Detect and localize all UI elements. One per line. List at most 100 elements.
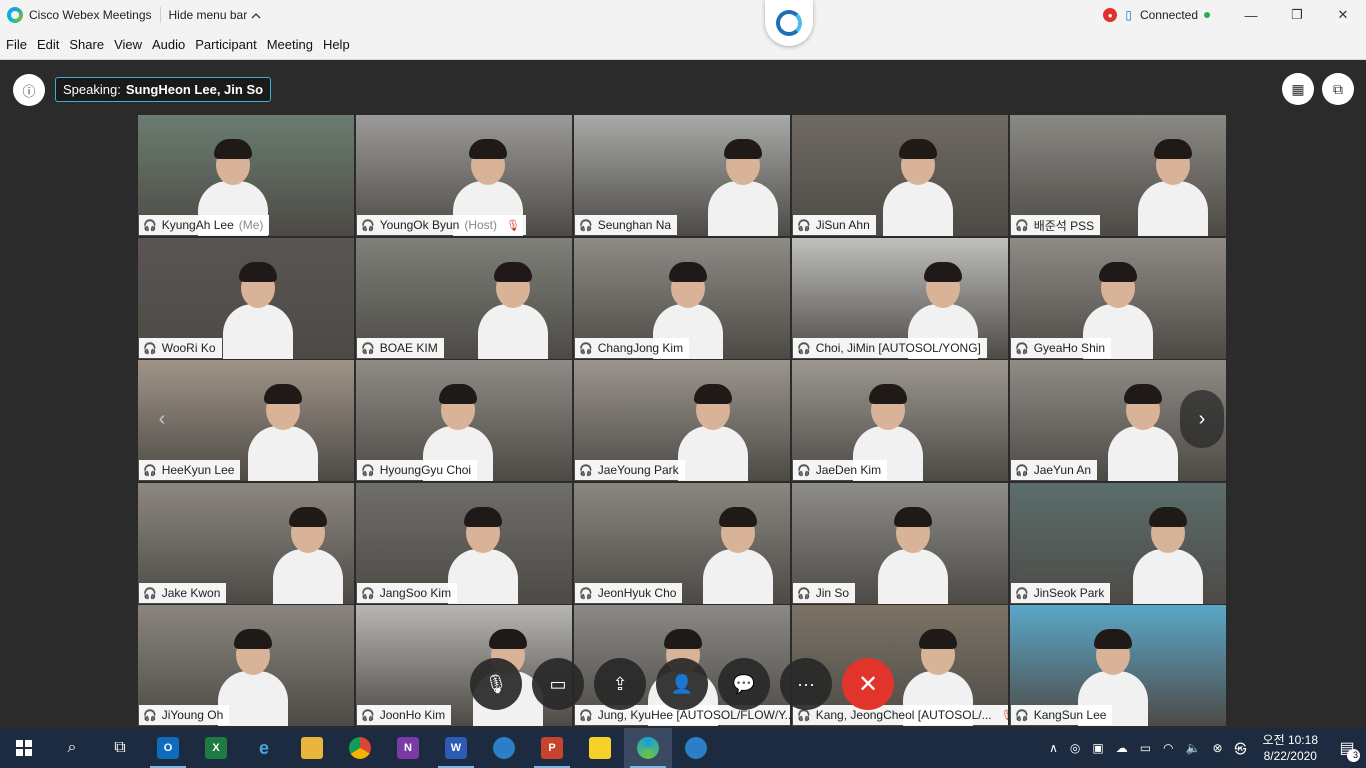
participant-tile[interactable]: 🎧 GyeaHo Shin xyxy=(1010,238,1226,359)
participant-tile[interactable]: 🎧 BOAE KIM xyxy=(356,238,572,359)
hide-menu-bar-label: Hide menu bar xyxy=(168,8,248,22)
task-view-icon[interactable]: ⧉ xyxy=(96,728,144,768)
mute-button[interactable]: 🎙 xyxy=(470,658,522,710)
headset-icon: 🎧 xyxy=(361,464,375,477)
webex-teams-taskbar-icon[interactable] xyxy=(672,728,720,768)
participant-hair xyxy=(214,139,252,159)
participant-figure xyxy=(1138,181,1208,236)
headset-icon: 🎧 xyxy=(797,219,811,232)
sticky-notes-taskbar-icon[interactable] xyxy=(576,728,624,768)
taskbar-clock[interactable]: 오전 10:18 8/22/2020 xyxy=(1253,732,1328,764)
onenote-taskbar-icon[interactable]: N xyxy=(384,728,432,768)
menu-share[interactable]: Share xyxy=(64,37,109,52)
menu-file[interactable]: File xyxy=(0,37,32,52)
participant-tile[interactable]: 🎧 HyoungGyu Choi xyxy=(356,360,572,481)
participant-tile[interactable]: 🎧 JangSoo Kim xyxy=(356,483,572,604)
participant-figure xyxy=(708,181,778,236)
participant-name-label: 🎧 JangSoo Kim xyxy=(357,583,458,603)
leave-button[interactable]: ✕ xyxy=(842,658,894,710)
participant-figure xyxy=(448,549,518,604)
tray-app-icon[interactable]: ◎ xyxy=(1064,741,1086,755)
headset-icon: 🎧 xyxy=(797,342,811,355)
participant-name-label: 🎧 KyungAh Lee (Me) xyxy=(139,215,270,235)
participant-role: (Me) xyxy=(238,218,264,232)
participant-tile[interactable]: 🎧 JinSeok Park xyxy=(1010,483,1226,604)
minimize-button[interactable]: — xyxy=(1228,0,1274,30)
participant-tile[interactable]: 🎧 JiSun Ahn xyxy=(792,115,1008,236)
outlook-taskbar-icon[interactable]: O xyxy=(144,728,192,768)
notification-center-icon[interactable]: ▤ 3 xyxy=(1328,738,1366,762)
battery-icon[interactable]: ▭ xyxy=(1134,741,1157,755)
webex-app-icon xyxy=(7,7,23,23)
search-icon[interactable]: ⌕ xyxy=(48,728,96,768)
file-explorer-taskbar-icon[interactable] xyxy=(288,728,336,768)
headset-icon: 🎧 xyxy=(143,342,157,355)
participant-tile[interactable]: 🎧 KangSun Lee xyxy=(1010,605,1226,726)
participant-hair xyxy=(239,262,277,282)
participant-name: JoonHo Kim xyxy=(379,708,446,722)
popout-window-icon[interactable]: ⧉ xyxy=(1322,73,1354,105)
meeting-info-icon[interactable]: ⓘ xyxy=(13,74,45,106)
participant-name: JangSoo Kim xyxy=(379,586,452,600)
participant-tile[interactable]: 🎧 JiYoung Oh xyxy=(138,605,354,726)
volume-icon[interactable]: 🔈 xyxy=(1180,741,1207,755)
participant-tile[interactable]: 🎧 배준석 PSS xyxy=(1010,115,1226,236)
close-button[interactable]: ✕ xyxy=(1320,0,1366,30)
window-titlebar: Cisco Webex Meetings Hide menu bar ● ▯ C… xyxy=(0,0,1366,30)
menu-meeting[interactable]: Meeting xyxy=(262,37,318,52)
hide-menu-bar-button[interactable]: Hide menu bar xyxy=(169,8,262,22)
next-page-arrow-icon[interactable]: › xyxy=(1180,390,1224,448)
participant-tile[interactable]: 🎧 JaeYoung Park xyxy=(574,360,790,481)
show-hidden-icons-icon[interactable]: ∧ xyxy=(1043,741,1064,755)
wifi-icon[interactable]: ◠ xyxy=(1157,741,1179,755)
webex-logo-icon[interactable] xyxy=(765,0,813,46)
tray-status-icon[interactable]: ⊗ xyxy=(1206,741,1228,755)
headset-icon: 🎧 xyxy=(797,464,811,477)
menu-participant[interactable]: Participant xyxy=(190,37,261,52)
previous-page-arrow-icon[interactable]: ‹ xyxy=(140,390,184,448)
excel-taskbar-icon[interactable]: X xyxy=(192,728,240,768)
participant-name-label: 🎧 JiYoung Oh xyxy=(139,705,230,725)
outlook-tray-icon[interactable]: ▣ xyxy=(1086,741,1109,755)
menu-edit[interactable]: Edit xyxy=(32,37,64,52)
menu-audio[interactable]: Audio xyxy=(147,37,190,52)
share-button[interactable]: ⇪ xyxy=(594,658,646,710)
participant-hair xyxy=(894,507,932,527)
participant-tile[interactable]: 🎧 Jin So xyxy=(792,483,1008,604)
webex-taskbar-icon[interactable] xyxy=(480,728,528,768)
recording-icon[interactable]: ● xyxy=(1103,8,1118,22)
participant-tile[interactable]: 🎧 Jake Kwon xyxy=(138,483,354,604)
participant-tile[interactable]: 🎧 Choi, JiMin [AUTOSOL/YONG] xyxy=(792,238,1008,359)
more-button[interactable]: ··· xyxy=(780,658,832,710)
participant-tile[interactable]: 🎧 Seunghan Na xyxy=(574,115,790,236)
webex-meetings-taskbar-icon[interactable] xyxy=(624,728,672,768)
participant-hair xyxy=(464,507,502,527)
participant-tile[interactable]: 🎧 JaeDen Kim xyxy=(792,360,1008,481)
start-button-icon[interactable] xyxy=(0,728,48,768)
participant-name: JiYoung Oh xyxy=(161,708,224,722)
maximize-button[interactable]: ❐ xyxy=(1274,0,1320,30)
internet-explorer-taskbar-icon[interactable]: e xyxy=(240,728,288,768)
layout-grid-icon[interactable]: ▦ xyxy=(1282,73,1314,105)
word-taskbar-icon[interactable]: W xyxy=(432,728,480,768)
menu-view[interactable]: View xyxy=(109,37,147,52)
speaking-label: Speaking: xyxy=(63,82,121,97)
menu-help[interactable]: Help xyxy=(318,37,355,52)
participant-name-label: 🎧 KangSun Lee xyxy=(1011,705,1113,725)
participant-tile[interactable]: 🎧 YoungOk Byun (Host) 🎙 xyxy=(356,115,572,236)
chat-button[interactable]: 💬 xyxy=(718,658,770,710)
participant-figure xyxy=(273,549,343,604)
participants-button[interactable]: 👤 xyxy=(656,658,708,710)
input-method-icon[interactable]: ㉿ xyxy=(1229,740,1253,757)
muted-mic-icon: 🎙 xyxy=(506,219,520,232)
participant-tile[interactable]: 🎧 JeonHyuk Cho xyxy=(574,483,790,604)
chrome-taskbar-icon[interactable] xyxy=(336,728,384,768)
participant-tile[interactable]: 🎧 KyungAh Lee (Me) xyxy=(138,115,354,236)
headset-icon: 🎧 xyxy=(143,464,157,477)
powerpoint-taskbar-icon[interactable]: P xyxy=(528,728,576,768)
video-button[interactable]: ▭ xyxy=(532,658,584,710)
onedrive-icon[interactable]: ☁ xyxy=(1110,741,1134,755)
chevron-up-icon xyxy=(251,8,261,22)
participant-tile[interactable]: 🎧 ChangJong Kim xyxy=(574,238,790,359)
participant-tile[interactable]: 🎧 WooRi Ko xyxy=(138,238,354,359)
